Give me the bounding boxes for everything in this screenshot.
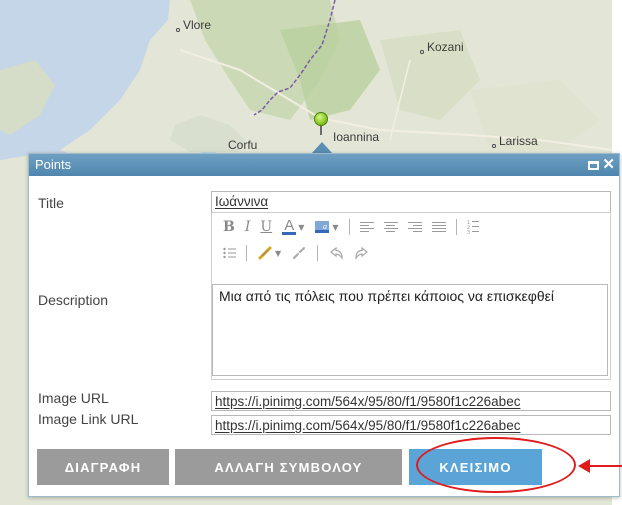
city-name: Ioannina [333, 130, 380, 144]
toolbar-row-1: B I U A ▼ a ▼ 1 2 3 [213, 214, 613, 240]
map-label-larissa: Larissa [492, 134, 538, 148]
title-label: Title [38, 195, 64, 211]
title-input-value: Ιωάννινα [215, 194, 269, 209]
toolbar-separator [348, 219, 350, 235]
toolbar-separator [246, 245, 247, 261]
redo-icon[interactable] [354, 246, 370, 260]
image-url-label: Image URL [38, 390, 109, 406]
bold-button[interactable]: B [223, 219, 235, 235]
toolbar-separator [455, 219, 457, 235]
change-symbol-button[interactable]: ΑΛΛΑΓΗ ΣΥΜΒΟΛΟΥ [175, 449, 402, 485]
dropdown-caret-icon: ▼ [275, 248, 282, 258]
popup-header: Points ✕ [29, 154, 619, 176]
popup-header-controls: ✕ [588, 154, 615, 176]
undo-icon[interactable] [328, 246, 344, 260]
svg-text:a: a [323, 222, 327, 231]
rich-text-toolbar: B I U A ▼ a ▼ 1 2 3 ▼ [213, 214, 613, 266]
map-label-corfu: Corfu [228, 138, 257, 152]
svg-text:3: 3 [467, 230, 470, 235]
align-left-icon[interactable] [359, 221, 374, 233]
font-color-icon: A [282, 217, 297, 235]
description-label: Description [38, 292, 109, 308]
image-link-url-label: Image Link URL [38, 411, 139, 427]
highlight-ellipse [416, 437, 576, 493]
delete-button[interactable]: ΔΙΑΓΡΑΦΗ [37, 449, 169, 485]
image-link-url-input[interactable]: https://i.pinimg.com/564x/95/80/f1/9580f… [211, 415, 611, 435]
city-name: Corfu [228, 138, 258, 152]
align-center-icon[interactable] [383, 221, 398, 233]
align-justify-icon[interactable] [431, 221, 446, 233]
toolbar-row-2: ▼ [213, 240, 613, 266]
map-label-kozani: Kozani [420, 40, 464, 54]
numbered-list-icon[interactable]: 1 2 3 [467, 219, 479, 235]
highlight-color-button[interactable]: a ▼ [314, 220, 339, 234]
maximize-icon[interactable] [588, 160, 600, 170]
city-name: Larissa [499, 134, 538, 148]
map-label-vlore: Vlore [176, 18, 211, 32]
bullet-list-icon[interactable] [223, 247, 236, 259]
city-name: Vlore [183, 18, 212, 32]
close-icon[interactable]: ✕ [602, 154, 615, 176]
italic-button[interactable]: I [245, 219, 251, 235]
underline-button[interactable]: U [260, 219, 272, 235]
insert-link-button[interactable]: ▼ [257, 245, 281, 261]
map-label-ioannina: Ioannina [333, 130, 379, 144]
image-url-value: https://i.pinimg.com/564x/95/80/f1/9580f… [215, 394, 521, 409]
city-dot-icon [420, 50, 424, 54]
link-icon [258, 246, 272, 260]
font-color-button[interactable]: A ▼ [282, 217, 305, 235]
highlight-color-icon: a [315, 221, 330, 233]
city-dot-icon [176, 28, 180, 32]
description-textarea[interactable]: Μια από τις πόλεις που πρέπει κάποιος να… [212, 284, 608, 376]
align-right-icon[interactable] [407, 221, 422, 233]
title-input[interactable]: Ιωάννινα [211, 191, 611, 213]
map-pin-icon[interactable] [314, 112, 328, 126]
image-link-url-value: https://i.pinimg.com/564x/95/80/f1/9580f… [215, 418, 521, 433]
popup-title: Points [35, 157, 72, 172]
image-url-input[interactable]: https://i.pinimg.com/564x/95/80/f1/9580f… [211, 391, 611, 411]
pointer-arrow-icon [578, 459, 622, 473]
map-pin-stem [320, 125, 322, 135]
dropdown-caret-icon: ▼ [298, 222, 305, 232]
city-dot-icon [492, 144, 496, 148]
city-name: Kozani [427, 40, 464, 54]
unlink-icon[interactable] [291, 245, 307, 261]
toolbar-separator [317, 245, 319, 261]
dropdown-caret-icon: ▼ [332, 222, 339, 232]
